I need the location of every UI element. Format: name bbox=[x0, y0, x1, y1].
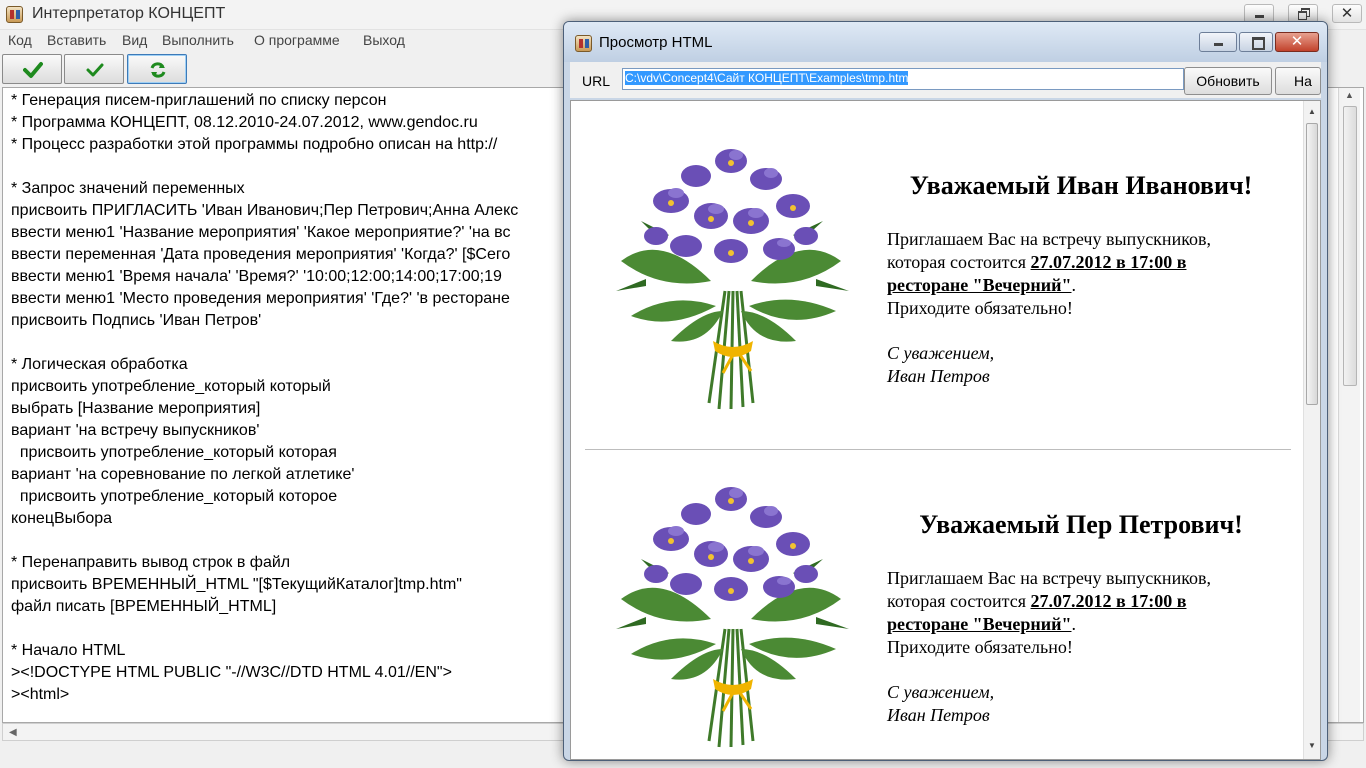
code-line: ><!DOCTYPE HTML PUBLIC "-//W3C//DTD HTML… bbox=[11, 664, 452, 681]
menu-item-insert[interactable]: Вставить bbox=[47, 32, 106, 48]
scroll-down-arrow-icon[interactable]: ▼ bbox=[1308, 741, 1316, 750]
code-line: вариант 'на соревнование по легкой атлет… bbox=[11, 466, 355, 483]
invitation-line: Приходите обязательно! bbox=[887, 637, 1073, 657]
minimize-icon bbox=[1204, 33, 1234, 51]
main-window-title: Интерпретатор КОНЦЕПТ bbox=[32, 5, 226, 22]
url-input-value: C:\vdv\Concept4\Сайт КОНЦЕПТ\Examples\tm… bbox=[625, 71, 909, 85]
invitation-line: ресторане "Вечерний". bbox=[887, 274, 1297, 297]
menu-item-exit[interactable]: Выход bbox=[363, 32, 405, 48]
signature-line: С уважением, bbox=[887, 343, 995, 363]
code-line: ввести меню1 'Название мероприятия' 'Как… bbox=[11, 224, 511, 241]
preview-titlebar: Просмотр HTML ✕ bbox=[564, 22, 1327, 62]
refresh-page-button[interactable]: Обновить bbox=[1184, 67, 1272, 95]
code-line: присвоить ПРИГЛАСИТЬ 'Иван Иванович;Пер … bbox=[11, 202, 519, 219]
signature-line: С уважением, bbox=[887, 682, 995, 702]
scroll-up-arrow-icon[interactable]: ▲ bbox=[1308, 107, 1316, 116]
signature: С уважением, Иван Петров bbox=[887, 342, 994, 388]
close-icon: ✕ bbox=[1290, 33, 1304, 50]
preview-vertical-scrollbar[interactable]: ▲ ▼ bbox=[1303, 101, 1320, 759]
invitation-line: Приглашаем Вас на встречу выпускников, bbox=[887, 229, 1212, 249]
green-refresh-icon bbox=[150, 62, 166, 78]
scroll-left-arrow-icon[interactable]: ◀ bbox=[9, 724, 17, 741]
invitation-letter: Уважаемый Пер Петрович! Приглашаем Вас н… bbox=[571, 451, 1301, 759]
code-line: выбрать [Название мероприятия] bbox=[11, 400, 261, 417]
event-place: ресторане "Вечерний" bbox=[887, 614, 1072, 634]
check-button[interactable] bbox=[64, 54, 124, 84]
greeting-heading: Уважаемый Иван Иванович! bbox=[909, 171, 1253, 200]
event-date: 27.07.2012 в 17:00 в bbox=[1030, 591, 1187, 611]
code-line: присвоить Подпись 'Иван Петров' bbox=[11, 312, 262, 329]
menu-item-about[interactable]: О программе bbox=[254, 32, 340, 48]
code-line: вариант 'на встречу выпускников' bbox=[11, 422, 260, 439]
back-button[interactable]: На bbox=[1275, 67, 1321, 95]
period: . bbox=[1071, 275, 1076, 295]
code-line: ><html> bbox=[11, 686, 70, 703]
period: . bbox=[1071, 614, 1076, 634]
refresh-button[interactable] bbox=[127, 54, 187, 84]
code-line: * Программа КОНЦЕПТ, 08.12.2010-24.07.20… bbox=[11, 114, 478, 131]
letter-divider bbox=[585, 449, 1291, 450]
code-line: присвоить употребление_который который bbox=[11, 378, 331, 395]
invitation-line: Приглашаем Вас на встречу выпускников, bbox=[887, 568, 1212, 588]
code-line: ввести меню1 'Время начала' 'Время?' '10… bbox=[11, 268, 502, 285]
code-line: конецВыбора bbox=[11, 510, 113, 527]
code-line: * Запрос значений переменных bbox=[11, 180, 245, 197]
invitation-line: Приходите обязательно! bbox=[887, 298, 1073, 318]
scrollbar-thumb[interactable] bbox=[1343, 106, 1357, 386]
app-icon bbox=[6, 6, 23, 23]
preview-maximize-button[interactable] bbox=[1239, 32, 1273, 52]
invitation-text: которая состоится bbox=[887, 252, 1031, 272]
greeting-heading: Уважаемый Пер Петрович! bbox=[919, 510, 1243, 539]
url-input[interactable]: C:\vdv\Concept4\Сайт КОНЦЕПТ\Examples\tm… bbox=[622, 68, 1184, 90]
signature-name: Иван Петров bbox=[887, 366, 990, 386]
html-preview-window: Просмотр HTML ✕ URL C:\vdv\Concept4\Сайт… bbox=[563, 21, 1328, 761]
editor-vertical-scrollbar[interactable]: ▲ bbox=[1338, 88, 1360, 722]
check-bold-button[interactable] bbox=[2, 54, 62, 84]
menu-item-code[interactable]: Код bbox=[8, 32, 32, 48]
green-check-icon bbox=[86, 63, 104, 77]
code-line: * Процесс разработки этой программы подр… bbox=[11, 136, 498, 153]
menu-item-run[interactable]: Выполнить bbox=[162, 32, 234, 48]
code-line: * Генерация писем-приглашений по списку … bbox=[11, 92, 387, 109]
code-line: присвоить ВРЕМЕННЫЙ_HTML "[$ТекущийКатал… bbox=[11, 576, 462, 593]
app-icon bbox=[575, 35, 592, 52]
event-place: ресторане "Вечерний" bbox=[887, 275, 1072, 295]
signature-name: Иван Петров bbox=[887, 705, 990, 725]
invitation-line: которая состоится 27.07.2012 в 17:00 в bbox=[887, 590, 1297, 613]
code-line: * Перенаправить вывод строк в файл bbox=[11, 554, 291, 571]
invitation-line: которая состоится 27.07.2012 в 17:00 в bbox=[887, 251, 1297, 274]
code-line: присвоить употребление_который которая bbox=[11, 444, 337, 461]
preview-close-button[interactable]: ✕ bbox=[1275, 32, 1319, 52]
invitation-letter: Уважаемый Иван Иванович! Приглашаем Вас … bbox=[571, 101, 1301, 451]
code-line: ввести меню1 'Место проведения мероприят… bbox=[11, 290, 510, 307]
code-line: ввести переменная 'Дата проведения мероп… bbox=[11, 246, 511, 263]
scrollbar-thumb[interactable] bbox=[1306, 123, 1318, 405]
code-line: файл писать [ВРЕМЕННЫЙ_HTML] bbox=[11, 598, 277, 615]
url-bar: URL C:\vdv\Concept4\Сайт КОНЦЕПТ\Example… bbox=[570, 62, 1321, 98]
code-line: присвоить употребление_который которое bbox=[11, 488, 338, 505]
signature: С уважением, Иван Петров bbox=[887, 681, 994, 727]
code-line: * Логическая обработка bbox=[11, 356, 188, 373]
invitation-body: Приглашаем Вас на встречу выпускников, к… bbox=[887, 228, 1297, 320]
invitation-line: ресторане "Вечерний". bbox=[887, 613, 1297, 636]
url-label: URL bbox=[582, 73, 611, 89]
iris-bouquet-image bbox=[616, 487, 849, 748]
code-line: * Начало HTML bbox=[11, 642, 126, 659]
menu-item-view[interactable]: Вид bbox=[122, 32, 147, 48]
html-preview-content[interactable]: Уважаемый Иван Иванович! Приглашаем Вас … bbox=[570, 100, 1321, 760]
close-button[interactable]: ✕ bbox=[1332, 4, 1362, 23]
maximize-icon bbox=[1242, 33, 1272, 51]
invitation-body: Приглашаем Вас на встречу выпускников, к… bbox=[887, 567, 1297, 659]
preview-minimize-button[interactable] bbox=[1199, 32, 1237, 52]
iris-bouquet-image bbox=[616, 149, 849, 410]
close-icon: ✕ bbox=[1340, 5, 1354, 22]
green-check-bold-icon bbox=[23, 62, 43, 78]
event-date: 27.07.2012 в 17:00 в bbox=[1030, 252, 1187, 272]
preview-window-title: Просмотр HTML bbox=[599, 34, 713, 51]
invitation-text: которая состоится bbox=[887, 591, 1031, 611]
scroll-up-arrow-icon[interactable]: ▲ bbox=[1345, 90, 1354, 100]
